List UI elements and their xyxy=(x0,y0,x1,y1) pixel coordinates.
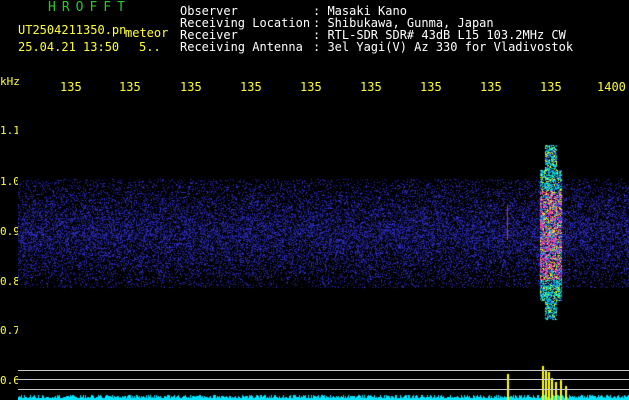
small-value: 5.. xyxy=(139,40,161,54)
spectrum-reference-line xyxy=(18,379,629,380)
waterfall-canvas xyxy=(18,96,629,400)
x-tick: 135 xyxy=(300,80,322,94)
y-tick: 1.1 xyxy=(0,124,20,137)
y-tick: 0.9 xyxy=(0,225,20,238)
app-title: HROFFT xyxy=(48,0,131,15)
x-tick: 135 xyxy=(480,80,502,94)
x-tick: 135 xyxy=(540,80,562,94)
spectrum-reference-line xyxy=(18,389,629,390)
y-tick: 0.6 xyxy=(0,374,20,387)
y-tick: 1.0 xyxy=(0,175,20,188)
x-tick: 135 xyxy=(360,80,382,94)
x-tick: 135 xyxy=(420,80,442,94)
x-tick: 135 xyxy=(119,80,141,94)
antenna-label: Receiving Antenna xyxy=(180,40,303,54)
x-tick: 135 xyxy=(240,80,262,94)
antenna-value: : 3el Yagi(V) Az 330 for Vladivostok xyxy=(313,40,574,54)
y-tick: 0.7 xyxy=(0,324,20,337)
spectrum-reference-line xyxy=(18,370,629,371)
waterfall-plot xyxy=(18,96,629,400)
y-tick: 0.8 xyxy=(0,275,20,288)
y-axis-unit: kHz xyxy=(0,75,20,88)
mode-label: meteor xyxy=(125,26,169,40)
x-tick: 1400 xyxy=(597,80,626,94)
date-time: 25.04.21 13:50 xyxy=(18,40,120,54)
x-tick: 135 xyxy=(180,80,202,94)
x-tick: 135 xyxy=(60,80,82,94)
file-name: UT2504211350.pn xyxy=(18,23,127,37)
